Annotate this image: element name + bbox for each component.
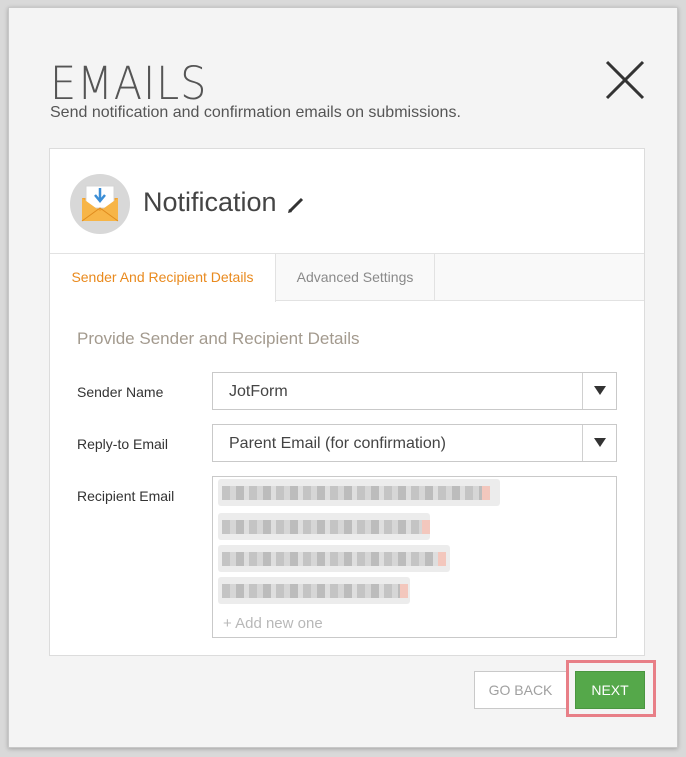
redacted-email — [222, 486, 490, 500]
recipient-chip[interactable] — [218, 513, 430, 540]
dropdown-arrow-icon — [594, 438, 606, 447]
card-header: Notification — [50, 149, 644, 254]
add-recipient-input[interactable]: + Add new one — [223, 615, 323, 632]
recipient-chip[interactable] — [218, 545, 450, 572]
dialog-subtitle: Send notification and confirmation email… — [50, 104, 461, 121]
pencil-icon[interactable] — [287, 196, 305, 214]
card-title: Notification — [143, 187, 277, 217]
recipient-chip[interactable] — [218, 479, 500, 506]
dialog-title: EMAILS — [50, 57, 208, 110]
emails-dialog: EMAILS Send notification and confirmatio… — [8, 7, 678, 748]
recipient-email-label: Recipient Email — [77, 488, 175, 504]
reply-to-dropdown[interactable] — [582, 425, 616, 461]
sender-name-label: Sender Name — [77, 384, 164, 400]
redacted-email — [222, 584, 408, 598]
reply-to-label: Reply-to Email — [77, 436, 169, 452]
reply-to-value: Parent Email (for confirmation) — [229, 435, 446, 452]
recipient-chip[interactable] — [218, 577, 410, 604]
tab-sender-recipient[interactable]: Sender And Recipient Details — [50, 254, 276, 302]
envelope-icon — [70, 174, 130, 234]
close-icon[interactable] — [603, 58, 647, 102]
next-button[interactable]: NEXT — [575, 671, 645, 709]
go-back-button[interactable]: GO BACK — [474, 671, 567, 709]
recipient-email-box[interactable]: + Add new one — [212, 476, 617, 638]
dropdown-arrow-icon — [594, 386, 606, 395]
tab-advanced-settings[interactable]: Advanced Settings — [276, 254, 435, 301]
redacted-email — [222, 552, 446, 566]
notification-card: Notification Sender And Recipient Detail… — [49, 148, 645, 656]
section-title: Provide Sender and Recipient Details — [77, 329, 360, 348]
reply-to-select[interactable]: Parent Email (for confirmation) — [212, 424, 617, 462]
sender-name-value: JotForm — [229, 383, 288, 400]
redacted-email — [222, 520, 430, 534]
sender-name-dropdown[interactable] — [582, 373, 616, 409]
sender-name-select[interactable]: JotForm — [212, 372, 617, 410]
tab-bar: Sender And Recipient Details Advanced Se… — [50, 254, 644, 302]
